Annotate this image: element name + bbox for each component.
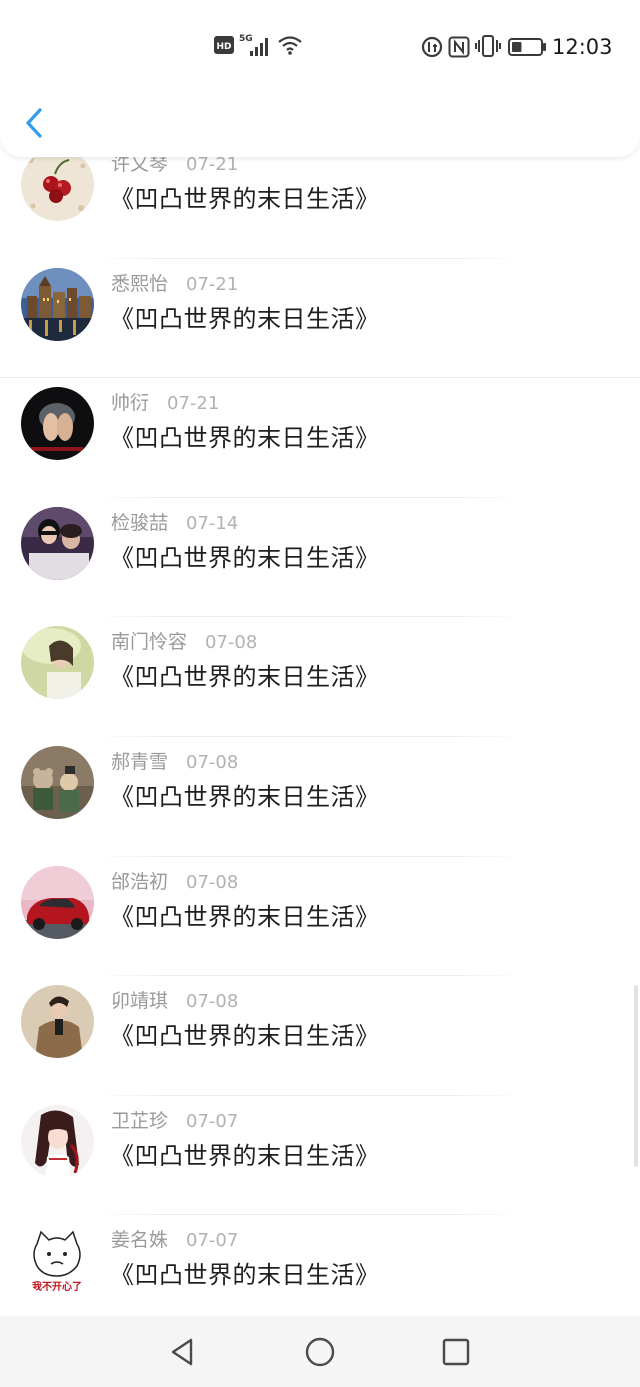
chapter-comment-list[interactable]: 许又琴 07-21 《凹凸世界的末日生活》 悉熙怡 07-21 《凹凸世界的末日… [0, 148, 640, 1316]
user-name[interactable]: 郝青雪 [111, 751, 168, 773]
avatar[interactable] [21, 148, 94, 221]
user-name[interactable]: 卯靖琪 [111, 990, 168, 1012]
list-item[interactable]: 郝青雪 07-08 《凹凸世界的末日生活》 [0, 737, 640, 857]
app-header: HD 5G 12:03 [0, 0, 640, 157]
book-title[interactable]: 《凹凸世界的末日生活》 [110, 779, 380, 815]
hd-badge-icon: HD [214, 36, 234, 54]
chevron-left-icon [26, 108, 42, 138]
comment-date: 07-08 [186, 752, 239, 773]
comment-date: 07-07 [186, 1110, 239, 1132]
avatar[interactable] [21, 387, 94, 461]
user-name[interactable]: 邰浩初 [111, 871, 168, 893]
book-title[interactable]: 《凹凸世界的末日生活》 [110, 659, 380, 695]
comment-date: 07-14 [186, 512, 239, 534]
user-name[interactable]: 帅衍 [111, 392, 149, 414]
list-item[interactable]: 邰浩初 07-08 《凹凸世界的末日生活》 [0, 857, 640, 977]
list-item[interactable]: 悉熙怡 07-21 《凹凸世界的末日生活》 [0, 259, 640, 379]
nav-recents-button[interactable] [440, 1336, 472, 1368]
list-item[interactable]: 许又琴 07-21 《凹凸世界的末日生活》 [0, 148, 640, 259]
list-item[interactable]: 卯靖琪 07-08 《凹凸世界的末日生活》 [0, 976, 640, 1096]
system-nav-bar [0, 1316, 640, 1387]
status-bar: HD 5G 12:03 [0, 28, 640, 66]
book-title[interactable]: 《凹凸世界的末日生活》 [110, 301, 380, 337]
vibrate-icon [475, 35, 501, 57]
comment-meta: 姜名姝 07-07 [111, 1226, 238, 1254]
comment-meta: 悉熙怡 07-21 [111, 270, 238, 298]
comment-date: 07-08 [186, 991, 239, 1013]
user-name[interactable]: 南门怜容 [111, 631, 187, 653]
comment-meta: 南门怜容 07-08 [111, 628, 257, 656]
list-item[interactable]: 帅衍 07-21 《凹凸世界的末日生活》 [0, 378, 640, 498]
avatar[interactable] [21, 985, 94, 1059]
book-title[interactable]: 《凹凸世界的末日生活》 [110, 1138, 380, 1174]
list-item[interactable]: 检骏喆 07-14 《凹凸世界的末日生活》 [0, 498, 640, 618]
comment-meta: 卫芷珍 07-07 [111, 1107, 238, 1135]
list-item[interactable]: 南门怜容 07-08 《凹凸世界的末日生活》 [0, 617, 640, 737]
nav-back-button[interactable] [167, 1336, 199, 1368]
nfc-icon [448, 36, 470, 58]
5g-signal-icon: 5G [239, 34, 268, 56]
svg-text:HD: HD [216, 42, 231, 52]
avatar[interactable] [21, 865, 94, 939]
scrollbar[interactable] [634, 985, 638, 1167]
comment-date: 07-07 [186, 1230, 239, 1252]
comment-date: 07-21 [186, 273, 239, 295]
svg-text:5G: 5G [239, 34, 253, 44]
avatar[interactable] [21, 1104, 94, 1178]
comment-date: 07-08 [186, 871, 239, 893]
status-time: 12:03 [552, 35, 613, 59]
comment-meta: 帅衍 07-21 [111, 389, 219, 417]
wifi-icon [278, 36, 302, 55]
book-title[interactable]: 《凹凸世界的末日生活》 [110, 420, 380, 456]
avatar-caption: 我不开心了 [32, 1280, 82, 1293]
comment-meta: 卯靖琪 07-08 [111, 987, 238, 1015]
back-triangle-icon [171, 1338, 193, 1366]
back-button[interactable] [18, 102, 52, 146]
comment-date: 07-21 [186, 154, 239, 175]
comment-meta: 检骏喆 07-14 [111, 509, 238, 537]
book-title[interactable]: 《凹凸世界的末日生活》 [110, 540, 380, 576]
avatar[interactable] [21, 626, 94, 700]
comment-date: 07-08 [205, 632, 258, 654]
book-title[interactable]: 《凹凸世界的末日生活》 [110, 899, 380, 935]
recents-square-icon [442, 1338, 470, 1366]
avatar[interactable] [21, 746, 94, 819]
user-name[interactable]: 姜名姝 [111, 1229, 168, 1251]
user-name[interactable]: 检骏喆 [111, 512, 168, 534]
battery-icon [508, 38, 546, 56]
user-name[interactable]: 卫芷珍 [111, 1110, 168, 1132]
book-title[interactable]: 《凹凸世界的末日生活》 [110, 181, 380, 217]
list-item[interactable]: 卫芷珍 07-07 《凹凸世界的末日生活》 [0, 1096, 640, 1216]
avatar[interactable] [21, 267, 94, 341]
avatar[interactable]: 我不开心了 [21, 1224, 94, 1298]
comment-date: 07-21 [167, 393, 220, 415]
list-item[interactable]: 我不开心了 姜名姝 07-07 《凹凸世界的末日生活》 [0, 1215, 640, 1316]
user-name[interactable]: 悉熙怡 [111, 273, 168, 295]
comment-meta: 邰浩初 07-08 [111, 868, 238, 896]
home-circle-icon [305, 1337, 335, 1367]
book-title[interactable]: 《凹凸世界的末日生活》 [110, 1257, 380, 1293]
data-saver-icon [421, 36, 443, 58]
book-title[interactable]: 《凹凸世界的末日生活》 [110, 1018, 380, 1054]
nav-home-button[interactable] [304, 1336, 336, 1368]
comment-meta: 郝青雪 07-08 [111, 748, 238, 776]
avatar[interactable] [21, 506, 94, 580]
screen: 许又琴 07-21 《凹凸世界的末日生活》 悉熙怡 07-21 《凹凸世界的末日… [0, 0, 640, 1387]
